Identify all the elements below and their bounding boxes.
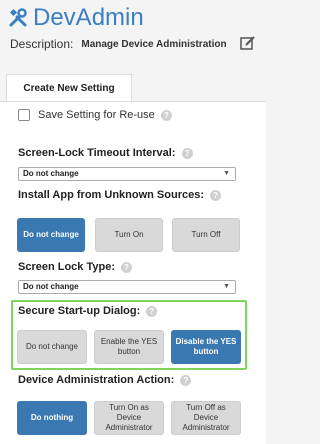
tools-icon [8,8,28,28]
screen-lock-timeout-select[interactable]: Do not change ▼ [18,167,236,181]
unknown-sources-turn-on-button[interactable]: Turn On [95,218,163,252]
secure-startup-disable-yes-button[interactable]: Disable the YES button [171,330,241,364]
save-setting-row[interactable]: Save Setting for Re-use ? [18,109,172,121]
screen-lock-timeout-value: Do not change [23,169,79,178]
device-admin-do-nothing-button[interactable]: Do nothing [17,401,87,435]
screen-lock-type-label-text: Screen Lock Type: [18,261,115,273]
unknown-sources-do-not-change-button[interactable]: Do not change [17,218,85,252]
screen-lock-type-label: Screen Lock Type: ? [18,261,132,273]
save-setting-checkbox[interactable] [18,109,30,121]
screen-lock-type-value: Do not change [23,282,79,291]
help-icon[interactable]: ? [121,261,132,273]
help-icon[interactable]: ? [181,147,193,159]
help-icon[interactable]: ? [180,374,192,386]
chevron-down-icon: ▼ [223,170,230,177]
unknown-sources-label: Install App from Unknown Sources: ? [18,189,221,201]
app-title-text: DevAdmin [33,4,144,31]
unknown-sources-turn-off-button[interactable]: Turn Off [172,218,240,252]
chevron-down-icon: ▼ [223,283,230,290]
unknown-sources-label-text: Install App from Unknown Sources: [18,189,204,201]
header: DevAdmin Description: Manage Device Admi… [0,0,266,70]
description-value: Manage Device Administration [81,38,227,50]
device-admin-turn-on-button[interactable]: Turn On as Device Administrator [94,401,164,435]
help-icon[interactable]: ? [160,109,172,121]
secure-startup-do-not-change-button[interactable]: Do not change [17,330,87,364]
device-admin-action-label: Device Administration Action: ? [18,374,192,386]
secure-startup-label-text: Secure Start-up Dialog: [18,305,141,317]
device-admin-action-label-text: Device Administration Action: [18,374,175,386]
help-icon[interactable]: ? [210,189,221,201]
device-admin-turn-off-button[interactable]: Turn Off as Device Administrator [171,401,241,435]
description-label: Description: [10,37,74,51]
save-setting-label: Save Setting for Re-use [38,109,155,121]
edit-icon[interactable] [240,35,256,54]
tab-create-new-setting[interactable]: Create New Setting [6,74,132,102]
secure-startup-label: Secure Start-up Dialog: ? [18,305,158,317]
app-title: DevAdmin [8,4,144,32]
screen-lock-timeout-label: Screen-Lock Timeout Interval: ? [18,147,193,159]
description-row: Description: Manage Device Administratio… [10,35,260,54]
secure-startup-enable-yes-button[interactable]: Enable the YES button [94,330,164,364]
screen-lock-type-select[interactable]: Do not change ▼ [18,280,236,294]
help-icon[interactable]: ? [146,305,158,317]
screen-lock-timeout-label-text: Screen-Lock Timeout Interval: [18,147,176,159]
